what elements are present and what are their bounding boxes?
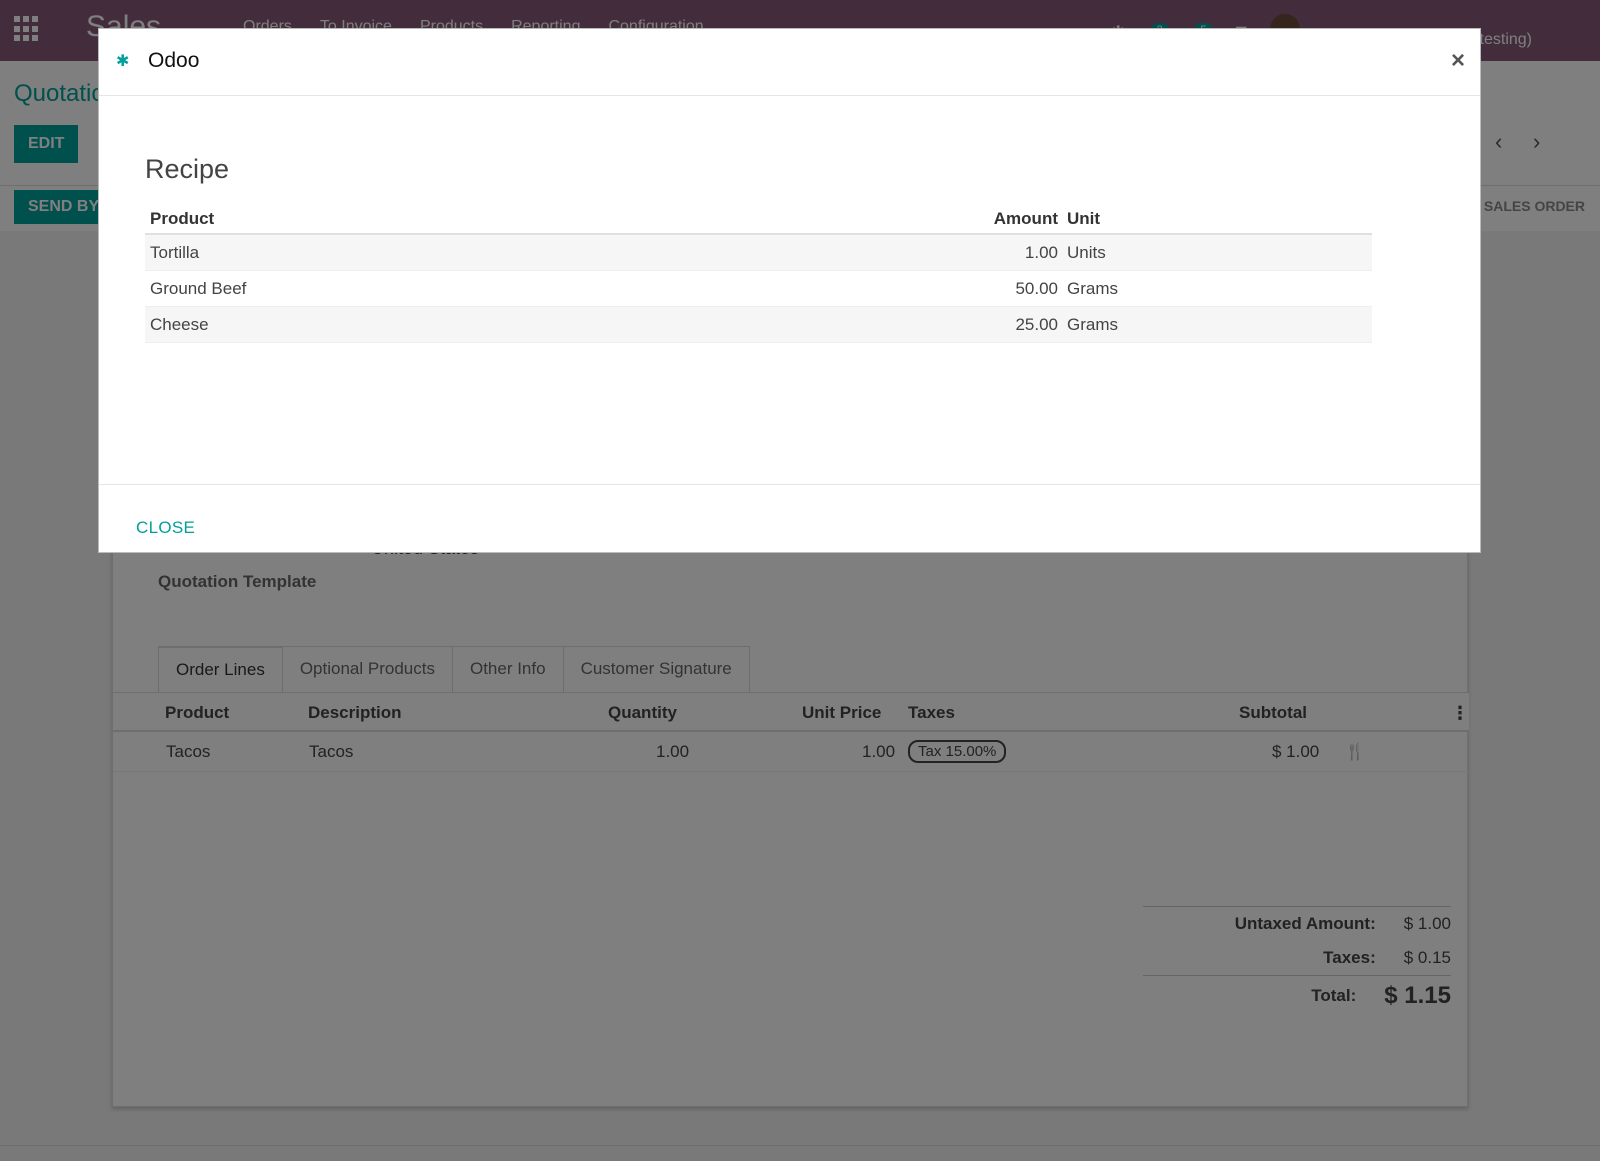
col-amount: Amount: [993, 209, 1058, 228]
table-row: Ground Beef 50.00 Grams: [145, 271, 1372, 307]
close-icon[interactable]: ×: [1451, 47, 1465, 75]
row-unit: Grams: [1067, 279, 1118, 298]
row-unit: Grams: [1067, 315, 1118, 334]
row-product: Cheese: [150, 315, 209, 334]
dialog-body: Recipe Product Amount Unit Tortilla 1.00…: [99, 96, 1480, 484]
row-amount: 25.00: [1015, 315, 1058, 334]
recipe-heading: Recipe: [145, 154, 230, 184]
recipe-table: Product Amount Unit Tortilla 1.00 Units …: [145, 201, 1372, 343]
row-amount: 50.00: [1015, 279, 1058, 298]
dialog-header: ✱ Odoo ×: [99, 29, 1480, 96]
recipe-table-header: Product Amount Unit: [145, 201, 1372, 235]
row-product: Ground Beef: [150, 279, 247, 298]
dialog-footer: CLOSE: [99, 484, 1480, 554]
col-product: Product: [150, 209, 215, 228]
close-button[interactable]: CLOSE: [136, 518, 195, 538]
bug-icon: ✱: [116, 53, 130, 70]
row-product: Tortilla: [150, 243, 200, 262]
table-row: Cheese 25.00 Grams: [145, 307, 1372, 343]
col-unit: Unit: [1067, 209, 1101, 228]
row-unit: Units: [1067, 243, 1106, 262]
row-amount: 1.00: [1024, 243, 1058, 262]
table-row: Tortilla 1.00 Units: [145, 235, 1372, 271]
dialog-title: Odoo: [148, 49, 200, 72]
recipe-dialog: ✱ Odoo × Recipe Product Amount Unit Tort…: [98, 28, 1481, 553]
